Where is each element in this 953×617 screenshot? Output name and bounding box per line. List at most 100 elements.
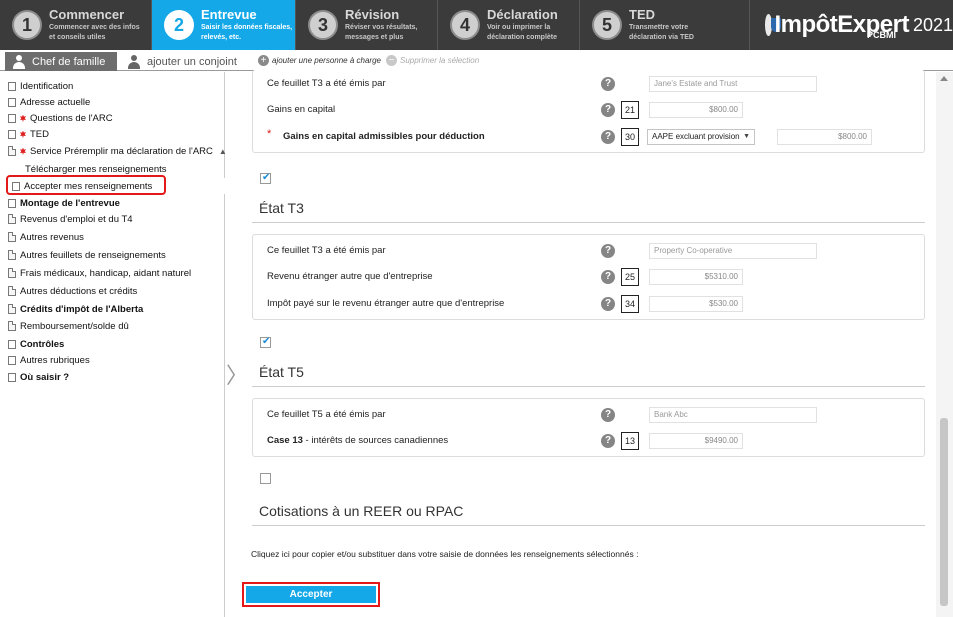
help-icon[interactable]: ? — [601, 244, 615, 258]
sidebar-item-adresse[interactable]: Adresse actuelle — [8, 94, 90, 110]
tab-ajouter-conjoint[interactable]: ajouter un conjoint — [120, 52, 250, 71]
scroll-up-arrow-icon[interactable] — [940, 76, 948, 81]
step-declaration[interactable]: 4 Déclaration Voir ou imprimer la déclar… — [438, 0, 580, 50]
deduction-type-select[interactable]: AAPE excluant provision ▼ — [647, 129, 755, 145]
field-label: Revenu étranger autre que d'entreprise — [267, 271, 433, 282]
sidebar-item-frais-medicaux[interactable]: Frais médicaux, handicap, aidant naturel — [8, 265, 191, 281]
form-row: Case 13 - intérêts de sources canadienne… — [253, 430, 926, 452]
box-number: 25 — [621, 268, 639, 286]
sidebar-item-label: Identification — [20, 80, 74, 92]
sidebar-item-questions-arc[interactable]: Questions de l'ARC — [8, 110, 113, 126]
sidebar: Identification Adresse actuelle Question… — [0, 72, 227, 617]
sidebar-item-controles[interactable]: Contrôles — [8, 336, 64, 352]
step-revision[interactable]: 3 Révision Réviser vos résultats, messag… — [296, 0, 438, 50]
fleur-de-lis-icon — [765, 14, 782, 36]
selection-highlight — [6, 175, 166, 195]
sidebar-item-label: Autres rubriques — [20, 354, 90, 366]
required-marker: * — [267, 128, 272, 140]
sidebar-item-label: Autres déductions et crédits — [20, 285, 138, 297]
step-title: Entrevue — [201, 7, 257, 22]
help-icon[interactable]: ? — [601, 270, 615, 284]
app-window: 1 Commencer Commencer avec des infos et … — [0, 0, 953, 617]
add-dependent-button[interactable]: + ajouter une personne à charge — [258, 55, 381, 66]
sidebar-item-label: Revenus d'emploi et du T4 — [20, 213, 133, 225]
sidebar-item-autres-rubriques[interactable]: Autres rubriques — [8, 352, 90, 368]
issuer-field[interactable]: Jane's Estate and Trust — [649, 76, 817, 92]
checkbox-icon — [8, 81, 16, 91]
tab-label: ajouter un conjoint — [147, 55, 237, 68]
step-title: Déclaration — [487, 7, 558, 22]
amount-field[interactable]: $800.00 — [649, 102, 743, 118]
sidebar-item-remboursement[interactable]: Remboursement/solde dû — [8, 318, 129, 334]
scrollbar-thumb[interactable] — [940, 418, 948, 606]
person-tabs: Chef de famille ajouter un conjoint + aj… — [0, 50, 953, 71]
sidebar-item-label: Où saisir ? — [20, 371, 70, 383]
checkbox-icon — [8, 372, 16, 382]
sidebar-item-montage[interactable]: Montage de l'entrevue — [8, 195, 120, 211]
sidebar-item-autres-revenus[interactable]: Autres revenus — [8, 229, 84, 245]
form-row: * Gains en capital admissibles pour dédu… — [253, 126, 926, 148]
step-bar: 1 Commencer Commencer avec des infos et … — [0, 0, 953, 50]
step-subtitle-1: Commencer avec des infos — [49, 24, 140, 31]
sidebar-item-label: Adresse actuelle — [20, 96, 91, 108]
amount-field[interactable]: $5310.00 — [649, 269, 743, 285]
form-row: Ce feuillet T3 a été émis par ? Property… — [253, 240, 926, 262]
section-checkbox-reer[interactable] — [260, 473, 271, 484]
document-icon — [8, 268, 16, 278]
checkbox-icon — [8, 129, 16, 139]
help-icon[interactable]: ? — [601, 297, 615, 311]
amount-field[interactable]: $530.00 — [649, 296, 743, 312]
accept-button[interactable]: Accepter — [246, 586, 376, 603]
help-icon[interactable]: ? — [601, 77, 615, 91]
section-checkbox-t3[interactable] — [260, 172, 271, 184]
sidebar-item-autres-feuillets[interactable]: Autres feuillets de renseignements — [8, 247, 166, 263]
checkbox-icon — [8, 113, 16, 123]
help-icon[interactable]: ? — [601, 130, 615, 144]
step-ted[interactable]: 5 TED Transmettre votre déclaration via … — [580, 0, 750, 50]
checkbox-icon — [8, 355, 16, 365]
maple-leaf-icon — [20, 147, 26, 155]
issuer-field[interactable]: Bank Abc — [649, 407, 817, 423]
vertical-scrollbar[interactable] — [936, 72, 953, 617]
section-title-t3: État T3 — [259, 200, 304, 216]
step-subtitle-2: déclaration complète — [487, 34, 558, 41]
box-label-bold: Case 13 — [267, 435, 303, 446]
step-number: 4 — [450, 10, 480, 40]
document-icon — [8, 286, 16, 296]
sidebar-item-autres-deductions[interactable]: Autres déductions et crédits — [8, 283, 137, 299]
issuer-field[interactable]: Property Co-operative — [649, 243, 817, 259]
step-subtitle-2: et conseils utiles — [49, 34, 106, 41]
amount-field[interactable]: $9490.00 — [649, 433, 743, 449]
sidebar-item-ted[interactable]: TED — [8, 126, 49, 142]
tab-label: Chef de famille — [32, 55, 106, 68]
sidebar-item-label: Remboursement/solde dû — [20, 320, 129, 332]
sidebar-item-identification[interactable]: Identification — [8, 78, 73, 94]
sidebar-item-credits-alberta[interactable]: Crédits d'impôt de l'Alberta — [8, 301, 143, 317]
sidebar-item-label: Autres feuillets de renseignements — [20, 249, 166, 261]
main-content: Ce feuillet T3 a été émis par ? Jane's E… — [240, 70, 936, 617]
sidebar-item-revenus-emploi[interactable]: Revenus d'emploi et du T4 — [8, 211, 133, 227]
form-row: Revenu étranger autre que d'entreprise ?… — [253, 266, 926, 288]
caret-up-icon: ▲ — [218, 146, 227, 156]
sidebar-item-ou-saisir[interactable]: Où saisir ? — [8, 369, 69, 385]
step-number: 5 — [592, 10, 622, 40]
t5-card: Ce feuillet T5 a été émis par ? Bank Abc… — [252, 398, 925, 457]
section-checkbox-t5[interactable] — [260, 336, 271, 348]
amount-field[interactable]: $800.00 — [777, 129, 872, 145]
sidebar-item-preremplir[interactable]: Service Préremplir ma déclaration de l'A… — [8, 143, 227, 159]
box-number: 30 — [621, 128, 639, 146]
help-icon[interactable]: ? — [601, 434, 615, 448]
form-row: Impôt payé sur le revenu étranger autre … — [253, 293, 926, 315]
chevron-down-icon: ▼ — [743, 133, 750, 140]
tab-chef-de-famille[interactable]: Chef de famille — [5, 52, 117, 71]
document-icon — [8, 232, 16, 242]
sidebar-item-label: Autres revenus — [20, 231, 84, 243]
step-commencer[interactable]: 1 Commencer Commencer avec des infos et … — [0, 0, 152, 50]
document-icon — [8, 146, 16, 156]
sidebar-item-label: TED — [30, 128, 49, 140]
step-title: Révision — [345, 7, 400, 22]
step-entrevue[interactable]: 2 Entrevue Saisir les données fiscales, … — [152, 0, 296, 50]
help-icon[interactable]: ? — [601, 103, 615, 117]
delete-selection-button[interactable]: − Supprimer la sélection — [386, 55, 479, 66]
help-icon[interactable]: ? — [601, 408, 615, 422]
